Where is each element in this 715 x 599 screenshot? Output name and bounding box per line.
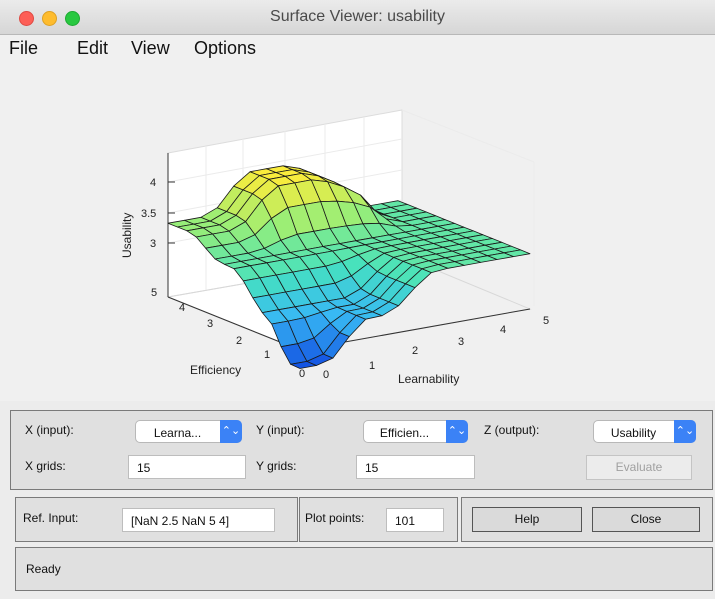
y-input-label: Y (input): <box>256 423 305 437</box>
x-tick-1: 1 <box>369 360 375 372</box>
plot-points-field[interactable]: 101 <box>386 508 444 532</box>
z-tick-3: 3 <box>150 238 156 250</box>
menu-options[interactable]: Options <box>194 38 256 59</box>
help-button[interactable]: Help <box>472 507 582 532</box>
x-tick-3: 3 <box>458 336 464 348</box>
y-grids-field[interactable]: 15 <box>356 455 475 479</box>
select-chevron-icon: ⌃⌄ <box>446 420 468 443</box>
evaluate-button[interactable]: Evaluate <box>586 455 692 480</box>
select-chevron-icon: ⌃⌄ <box>674 420 696 443</box>
y-axis-label: Efficiency <box>190 363 241 377</box>
close-button[interactable]: Close <box>592 507 700 532</box>
x-input-select[interactable]: Learna... ⌃⌄ <box>135 420 242 443</box>
plot-points-panel: Plot points: 101 <box>299 497 458 542</box>
x-tick-4: 4 <box>500 324 506 336</box>
z-output-select[interactable]: Usability ⌃⌄ <box>593 420 696 443</box>
x-input-value: Learna... <box>153 426 202 440</box>
surface-plot[interactable]: 4 3.5 3 Usability 5 4 3 2 1 0 Efficiency… <box>0 61 715 401</box>
status-text: Ready <box>26 562 61 576</box>
z-tick-3-5: 3.5 <box>141 208 156 220</box>
x-tick-5: 5 <box>543 315 549 327</box>
x-axis-label: Learnability <box>398 372 459 386</box>
z-output-label: Z (output): <box>484 423 540 437</box>
menu-view[interactable]: View <box>131 38 170 59</box>
z-output-value: Usability <box>610 426 657 440</box>
y-tick-4: 4 <box>179 302 185 314</box>
y-tick-2: 2 <box>236 335 242 347</box>
y-grids-label: Y grids: <box>256 459 297 473</box>
ref-input-label: Ref. Input: <box>23 511 79 525</box>
window-title: Surface Viewer: usability <box>270 8 445 25</box>
y-tick-0: 0 <box>299 368 305 380</box>
x-tick-2: 2 <box>412 345 418 357</box>
input-selection-panel: X (input): Learna... ⌃⌄ Y (input): Effic… <box>10 410 713 490</box>
z-tick-4: 4 <box>150 177 156 189</box>
y-tick-1: 1 <box>264 349 270 361</box>
menu-file[interactable]: File <box>9 38 38 59</box>
menu-bar: File Edit View Options <box>0 35 715 61</box>
x-tick-0: 0 <box>323 369 329 381</box>
select-chevron-icon: ⌃⌄ <box>220 420 242 443</box>
surface-plot-area[interactable]: 4 3.5 3 Usability 5 4 3 2 1 0 Efficiency… <box>0 61 715 401</box>
plot-points-label: Plot points: <box>305 511 365 525</box>
y-tick-5: 5 <box>151 287 157 299</box>
action-buttons-panel: Help Close <box>461 497 713 542</box>
x-grids-label: X grids: <box>25 459 66 473</box>
menu-edit[interactable]: Edit <box>77 38 108 59</box>
y-tick-3: 3 <box>207 318 213 330</box>
title-bar: Surface Viewer: usability <box>0 0 715 35</box>
y-input-value: Efficien... <box>379 426 430 440</box>
x-input-label: X (input): <box>25 423 74 437</box>
z-axis-label: Usability <box>120 213 134 258</box>
y-input-select[interactable]: Efficien... ⌃⌄ <box>363 420 468 443</box>
ref-input-field[interactable]: [NaN 2.5 NaN 5 4] <box>122 508 275 532</box>
x-grids-field[interactable]: 15 <box>128 455 246 479</box>
status-bar: Ready <box>15 547 713 591</box>
ref-input-panel: Ref. Input: [NaN 2.5 NaN 5 4] <box>15 497 298 542</box>
